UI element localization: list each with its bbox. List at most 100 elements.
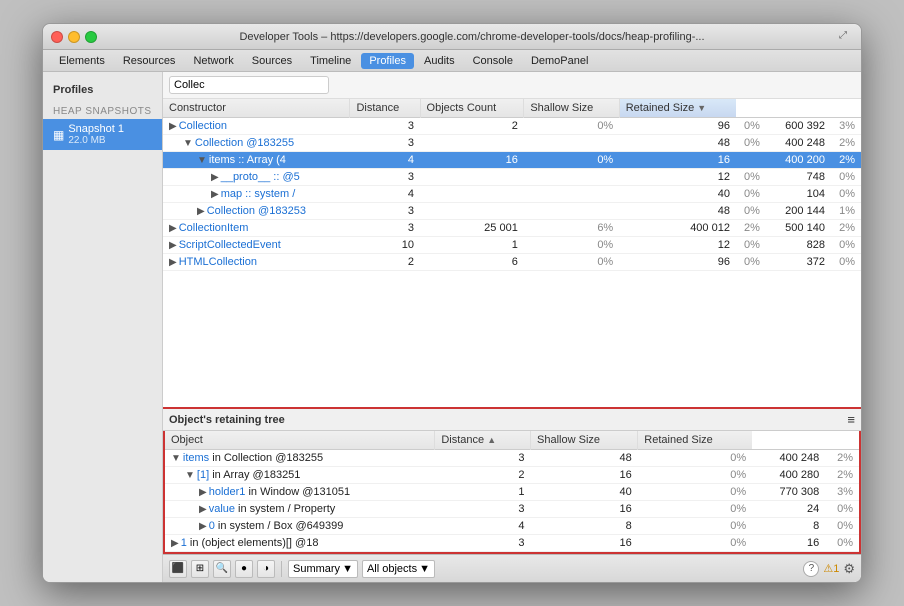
summary-dropdown[interactable]: Summary ▼ xyxy=(288,560,358,578)
bottom-bar: ⬛ ⊞ 🔍 ● ◑ Summary ▼ All objects ▼ ? ⚠1 ⚙ xyxy=(163,554,861,582)
clear-icon[interactable]: ⊞ xyxy=(191,560,209,578)
ret-col-distance[interactable]: Distance ▲ xyxy=(435,431,531,450)
snapshot-size: 22.0 MB xyxy=(68,135,124,146)
expand-arrow[interactable]: ▶ xyxy=(211,172,219,183)
expand-arrow[interactable]: ▶ xyxy=(171,538,179,549)
summary-arrow: ▼ xyxy=(342,563,353,575)
all-objects-arrow: ▼ xyxy=(419,563,430,575)
menubar: Elements Resources Network Sources Timel… xyxy=(43,50,861,72)
search-bar xyxy=(163,72,861,99)
ret-col-shallow[interactable]: Shallow Size xyxy=(531,431,638,450)
menu-sources[interactable]: Sources xyxy=(244,53,300,69)
expand-arrow[interactable]: ▶ xyxy=(197,206,205,217)
sidebar-section: HEAP SNAPSHOTS xyxy=(43,100,162,119)
warning-badge: ⚠1 xyxy=(823,562,839,575)
resize-icon[interactable]: ⤢ xyxy=(839,30,853,44)
expand-arrow[interactable]: ▶ xyxy=(169,121,177,132)
ret-object-cell: ▼items in Collection @183255 xyxy=(165,450,435,467)
retaining-tree-title: Object's retaining tree xyxy=(169,414,285,426)
menu-resources[interactable]: Resources xyxy=(115,53,184,69)
all-objects-dropdown[interactable]: All objects ▼ xyxy=(362,560,435,578)
constructor-cell: ▶ScriptCollectedEvent xyxy=(163,237,350,254)
table-row[interactable]: ▼items in Collection @183255 3 480% 400 … xyxy=(165,450,859,467)
expand-arrow[interactable]: ▼ xyxy=(197,155,207,166)
table-row[interactable]: ▶CollectionItem 3 25 0016% 400 0122% 500… xyxy=(163,220,861,237)
heap-table: Constructor Distance Objects Count Shall… xyxy=(163,99,861,271)
table-row[interactable]: ▶Collection 3 20% 960% 600 3923% xyxy=(163,118,861,135)
col-distance[interactable]: Distance xyxy=(350,99,420,118)
titlebar: Developer Tools – https://developers.goo… xyxy=(43,24,861,50)
menu-network[interactable]: Network xyxy=(185,53,241,69)
constructor-cell: ▼items :: Array (4 xyxy=(163,152,350,169)
content-area: Constructor Distance Objects Count Shall… xyxy=(163,72,861,582)
table-row[interactable]: ▼Collection @183255 3 480% 400 2482% xyxy=(163,135,861,152)
sidebar: Profiles HEAP SNAPSHOTS ▦ Snapshot 1 22.… xyxy=(43,72,163,582)
search-input[interactable] xyxy=(169,76,329,94)
constructor-cell: ▶Collection xyxy=(163,118,350,135)
help-button[interactable]: ? xyxy=(803,561,819,577)
expand-arrow[interactable]: ▶ xyxy=(169,223,177,234)
record-icon[interactable]: ⬛ xyxy=(169,560,187,578)
sidebar-item-snapshot1[interactable]: ▦ Snapshot 1 22.0 MB xyxy=(43,119,162,150)
expand-arrow[interactable]: ▼ xyxy=(171,453,181,464)
search-bottom-icon[interactable]: 🔍 xyxy=(213,560,231,578)
all-objects-label: All objects xyxy=(367,563,417,575)
retaining-tree-header: Object's retaining tree ≡ xyxy=(163,407,861,431)
table-row[interactable]: ▶Collection @183253 3 480% 200 1441% xyxy=(163,203,861,220)
table-row[interactable]: ▶1 in (object elements)[] @18 3 160% 160… xyxy=(165,535,859,552)
divider-menu-icon[interactable]: ≡ xyxy=(847,412,855,427)
minimize-button[interactable] xyxy=(68,31,80,43)
constructor-cell: ▶HTMLCollection xyxy=(163,254,350,271)
table-row[interactable]: ▶ScriptCollectedEvent 10 10% 120% 8280% xyxy=(163,237,861,254)
ret-object-cell: ▶holder1 in Window @131051 xyxy=(165,484,435,501)
snapshot-table[interactable]: Constructor Distance Objects Count Shall… xyxy=(163,99,861,407)
table-row[interactable]: ▶value in system / Property 3 160% 240% xyxy=(165,501,859,518)
snapshot-label: Snapshot 1 xyxy=(68,123,124,135)
expand-arrow[interactable]: ▶ xyxy=(211,189,219,200)
col-retained-size[interactable]: Retained Size ▼ xyxy=(619,99,736,118)
retaining-tree[interactable]: Object Distance ▲ Shallow Size Retained … xyxy=(163,431,861,554)
expand-arrow[interactable]: ▶ xyxy=(169,240,177,251)
expand-arrow[interactable]: ▼ xyxy=(185,470,195,481)
menu-profiles[interactable]: Profiles xyxy=(361,53,414,69)
table-row[interactable]: ▶holder1 in Window @131051 1 400% 770 30… xyxy=(165,484,859,501)
expand-arrow[interactable]: ▼ xyxy=(183,138,193,149)
summary-label: Summary xyxy=(293,563,340,575)
ret-object-cell: ▶0 in system / Box @649399 xyxy=(165,518,435,535)
traffic-lights xyxy=(51,31,97,43)
constructor-cell: ▶map :: system / xyxy=(163,186,350,203)
maximize-button[interactable] xyxy=(85,31,97,43)
ret-col-object[interactable]: Object xyxy=(165,431,435,450)
menu-elements[interactable]: Elements xyxy=(51,53,113,69)
table-row[interactable]: ▶0 in system / Box @649399 4 80% 80% xyxy=(165,518,859,535)
constructor-cell: ▶Collection @183253 xyxy=(163,203,350,220)
col-shallow-size[interactable]: Shallow Size xyxy=(524,99,619,118)
menu-console[interactable]: Console xyxy=(465,53,521,69)
close-button[interactable] xyxy=(51,31,63,43)
expand-arrow[interactable]: ▶ xyxy=(199,487,207,498)
settings-icon[interactable]: ⚙ xyxy=(843,561,855,577)
col-objects-count[interactable]: Objects Count xyxy=(420,99,524,118)
menu-demopanel[interactable]: DemoPanel xyxy=(523,53,596,69)
menu-audits[interactable]: Audits xyxy=(416,53,463,69)
menu-timeline[interactable]: Timeline xyxy=(302,53,359,69)
retaining-table: Object Distance ▲ Shallow Size Retained … xyxy=(165,431,859,552)
sort-arrow: ▼ xyxy=(697,103,706,113)
constructor-cell: ▶CollectionItem xyxy=(163,220,350,237)
expand-arrow[interactable]: ▶ xyxy=(169,257,177,268)
table-row[interactable]: ▼[1] in Array @183251 2 160% 400 2802% xyxy=(165,467,859,484)
table-row[interactable]: ▶HTMLCollection 2 60% 960% 3720% xyxy=(163,254,861,271)
table-row-selected[interactable]: ▼items :: Array (4 4 160% 16 400 2002% xyxy=(163,152,861,169)
window-title: Developer Tools – https://developers.goo… xyxy=(105,31,839,43)
compare-icon[interactable]: ◑ xyxy=(257,560,275,578)
ret-object-cell: ▼[1] in Array @183251 xyxy=(165,467,435,484)
table-row[interactable]: ▶map :: system / 4 400% 1040% xyxy=(163,186,861,203)
record2-icon[interactable]: ● xyxy=(235,560,253,578)
col-constructor[interactable]: Constructor xyxy=(163,99,350,118)
sort-arrow-ret: ▲ xyxy=(487,435,496,445)
ret-col-retained[interactable]: Retained Size xyxy=(638,431,752,450)
expand-arrow[interactable]: ▶ xyxy=(199,521,207,532)
constructor-cell: ▶__proto__ :: @5 xyxy=(163,169,350,186)
expand-arrow[interactable]: ▶ xyxy=(199,504,207,515)
table-row[interactable]: ▶__proto__ :: @5 3 120% 7480% xyxy=(163,169,861,186)
